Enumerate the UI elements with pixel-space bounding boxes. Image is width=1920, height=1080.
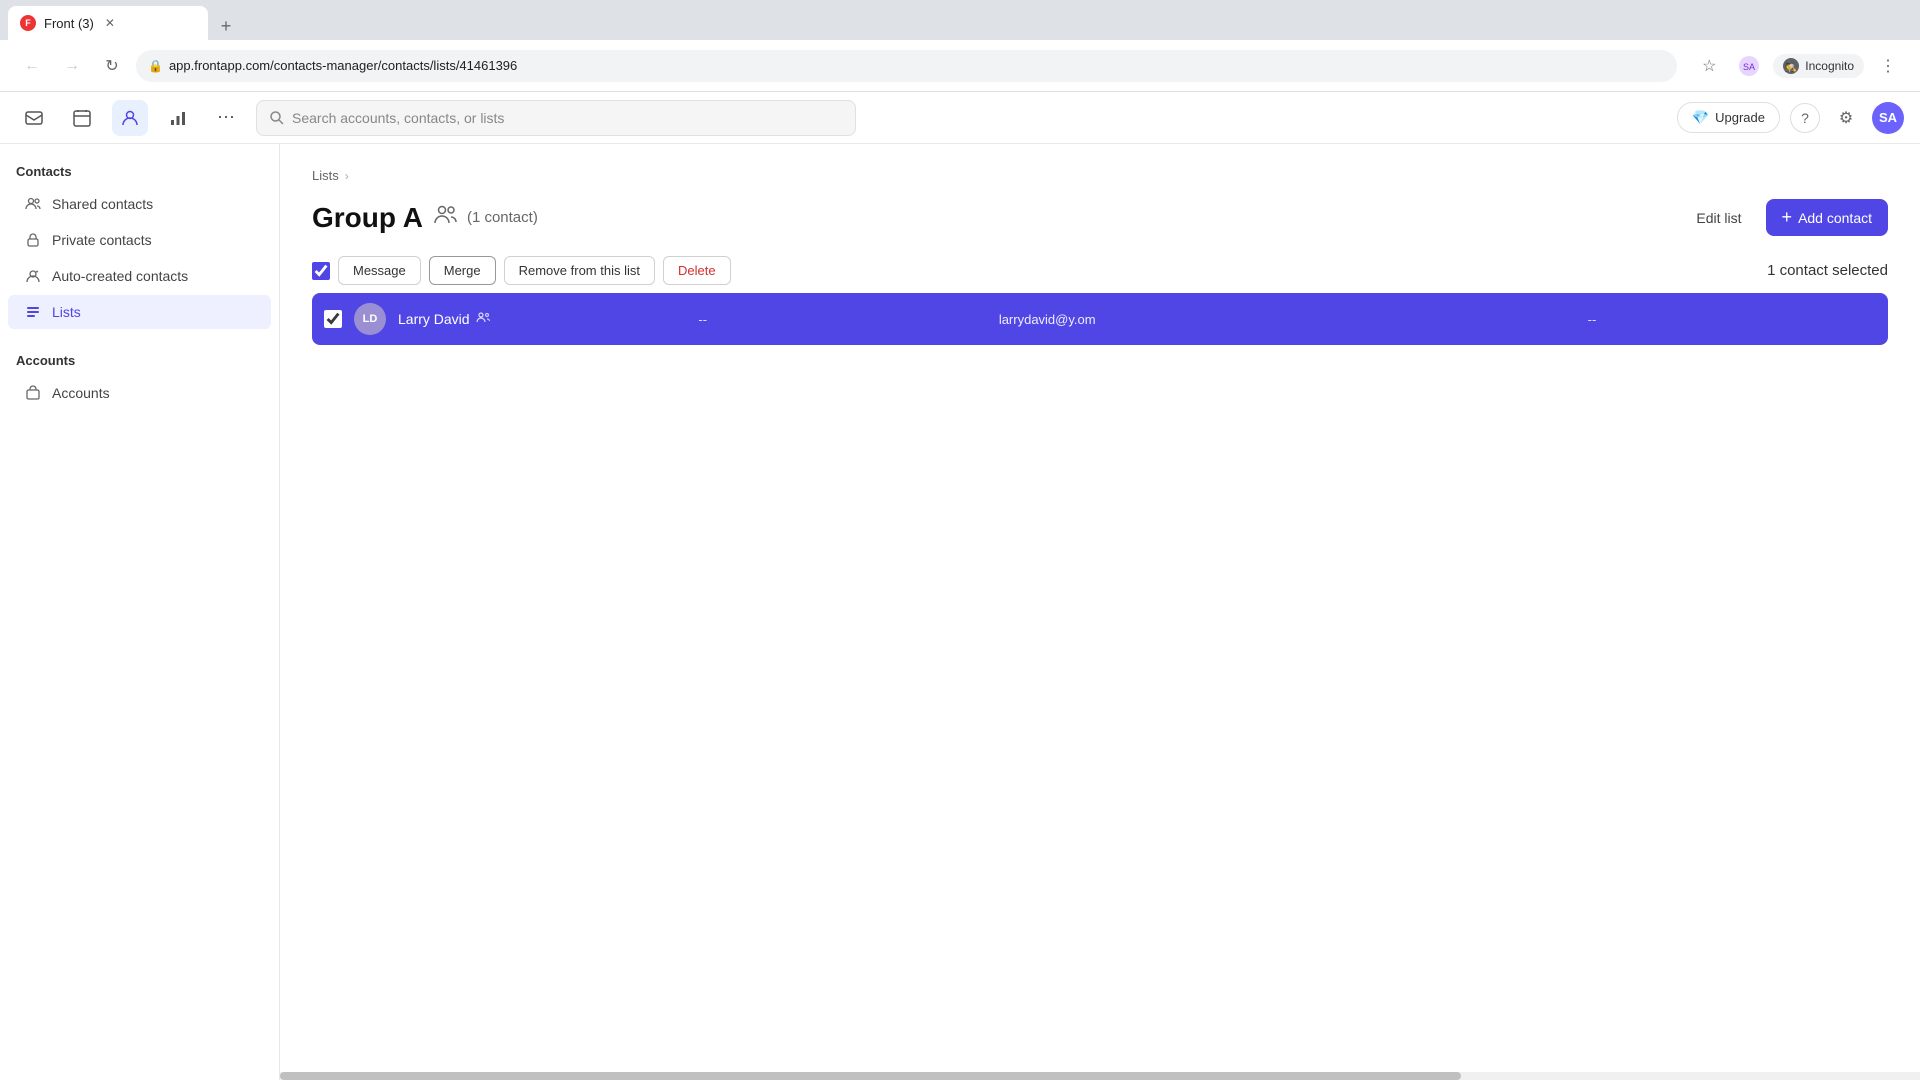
incognito-badge[interactable]: 🕵 Incognito (1773, 54, 1864, 78)
contacts-list: LD Larry David -- larrydavid@y.om -- (312, 293, 1888, 345)
contacts-section-label: Contacts (0, 160, 279, 187)
topbar-right: 💎 Upgrade ? ⚙ SA (1677, 102, 1904, 134)
url-text: app.frontapp.com/contacts-manager/contac… (169, 58, 517, 73)
select-all-checkbox[interactable] (312, 262, 330, 280)
browser-menu-button[interactable]: ⋮ (1872, 50, 1904, 82)
help-button[interactable]: ? (1790, 103, 1820, 133)
accounts-section-label: Accounts (0, 349, 279, 376)
calendar-icon-btn[interactable] (64, 100, 100, 136)
remove-from-list-button[interactable]: Remove from this list (504, 256, 655, 285)
tab-close-button[interactable]: ✕ (102, 15, 118, 31)
incognito-label: Incognito (1805, 59, 1854, 73)
shared-contacts-label: Shared contacts (52, 196, 153, 212)
row-checkbox[interactable] (324, 310, 342, 328)
selected-count-label: 1 contact selected (1767, 262, 1888, 279)
page-header: Group A (1 contact) Edit list + Add cont… (312, 199, 1888, 236)
page-title-area: Group A (1 contact) (312, 202, 538, 234)
sidebar-item-lists[interactable]: Lists (8, 295, 271, 329)
add-contact-button[interactable]: + Add contact (1766, 199, 1888, 236)
profile-button[interactable]: SA (1733, 50, 1765, 82)
sidebar-item-auto-created[interactable]: Auto-created contacts (8, 259, 271, 293)
delete-button[interactable]: Delete (663, 256, 731, 285)
main-content: Lists › Group A (1 contact) (280, 144, 1920, 1080)
contact-count: (1 contact) (467, 209, 538, 226)
app-layout: Contacts Shared contacts Private contact… (0, 144, 1920, 1080)
auto-created-icon (24, 267, 42, 285)
user-avatar[interactable]: SA (1872, 102, 1904, 134)
add-contact-label: Add contact (1798, 210, 1872, 226)
avatar: LD (354, 303, 386, 335)
contact-field1: -- (698, 312, 986, 327)
browser-frame: F Front (3) ✕ + ← → ↻ 🔒 app.frontapp.com… (0, 0, 1920, 1080)
analytics-icon-btn[interactable] (160, 100, 196, 136)
contact-name: Larry David (398, 311, 686, 328)
contact-field2: -- (1588, 312, 1876, 327)
forward-button[interactable]: → (56, 50, 88, 82)
sidebar-item-private-contacts[interactable]: Private contacts (8, 223, 271, 257)
list-toolbar: Message Merge Remove from this list Dele… (312, 256, 1888, 285)
edit-list-button[interactable]: Edit list (1684, 202, 1753, 234)
app-container: ⋯ Search accounts, contacts, or lists 💎 … (0, 92, 1920, 1080)
search-bar[interactable]: Search accounts, contacts, or lists (256, 100, 856, 136)
gem-icon: 💎 (1692, 109, 1709, 126)
sidebar-item-accounts[interactable]: Accounts (8, 376, 271, 410)
contact-email: larrydavid@y.om (999, 312, 1576, 327)
svg-text:SA: SA (1743, 62, 1755, 72)
accounts-label: Accounts (52, 385, 110, 401)
add-contact-icon: + (1782, 207, 1793, 228)
new-tab-button[interactable]: + (212, 12, 240, 40)
lock-icon: 🔒 (148, 59, 163, 73)
back-button[interactable]: ← (16, 50, 48, 82)
accounts-icon (24, 384, 42, 402)
shared-contact-icon (476, 311, 490, 328)
lists-icon (24, 303, 42, 321)
tab-title: Front (3) (44, 16, 94, 31)
horizontal-scrollbar[interactable] (280, 1072, 1920, 1080)
upgrade-button[interactable]: 💎 Upgrade (1677, 102, 1780, 133)
breadcrumb-separator: › (345, 169, 349, 183)
page-title: Group A (312, 202, 423, 234)
header-actions: Edit list + Add contact (1684, 199, 1888, 236)
more-icon-btn[interactable]: ⋯ (208, 100, 244, 136)
browser-tab[interactable]: F Front (3) ✕ (8, 6, 208, 40)
sidebar-item-shared-contacts[interactable]: Shared contacts (8, 187, 271, 221)
private-contacts-icon (24, 231, 42, 249)
app-topbar: ⋯ Search accounts, contacts, or lists 💎 … (0, 92, 1920, 144)
breadcrumb: Lists › (312, 168, 1888, 183)
table-row[interactable]: LD Larry David -- larrydavid@y.om -- (312, 293, 1888, 345)
reload-button[interactable]: ↻ (96, 50, 128, 82)
inbox-icon-btn[interactable] (16, 100, 52, 136)
group-icon (433, 203, 457, 233)
nav-bar: ← → ↻ 🔒 app.frontapp.com/contacts-manage… (0, 40, 1920, 92)
nav-right: ☆ SA 🕵 Incognito ⋮ (1693, 50, 1904, 82)
private-contacts-label: Private contacts (52, 232, 152, 248)
settings-button[interactable]: ⚙ (1830, 102, 1862, 134)
message-button[interactable]: Message (338, 256, 421, 285)
auto-created-label: Auto-created contacts (52, 268, 188, 284)
merge-button[interactable]: Merge (429, 256, 496, 285)
upgrade-label: Upgrade (1715, 110, 1765, 125)
lists-label: Lists (52, 304, 81, 320)
search-placeholder: Search accounts, contacts, or lists (292, 110, 504, 126)
tab-favicon: F (20, 15, 36, 31)
sidebar: Contacts Shared contacts Private contact… (0, 144, 280, 1080)
scrollbar-thumb[interactable] (280, 1072, 1461, 1080)
breadcrumb-lists-link[interactable]: Lists (312, 168, 339, 183)
shared-contacts-icon (24, 195, 42, 213)
contacts-icon-btn[interactable] (112, 100, 148, 136)
tab-bar: F Front (3) ✕ + (0, 0, 1920, 40)
svg-text:🕵: 🕵 (1785, 60, 1798, 73)
address-bar[interactable]: 🔒 app.frontapp.com/contacts-manager/cont… (136, 50, 1677, 82)
bookmark-button[interactable]: ☆ (1693, 50, 1725, 82)
content-area: Lists › Group A (1 contact) (280, 144, 1920, 1072)
